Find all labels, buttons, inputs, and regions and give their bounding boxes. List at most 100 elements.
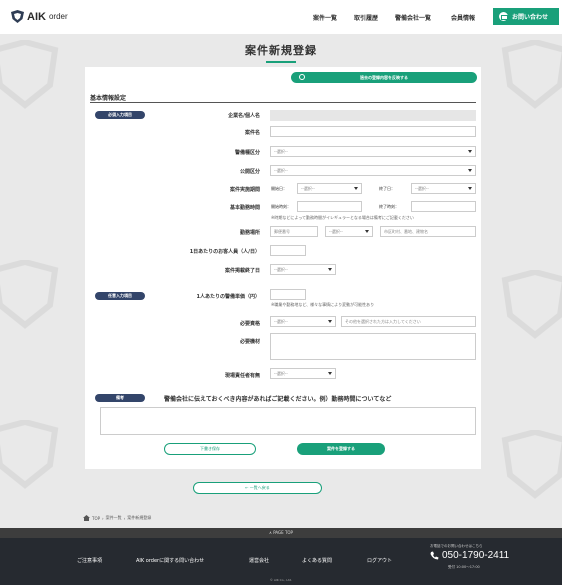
mail-icon xyxy=(499,12,508,21)
hours-end-label: 終了時刻： xyxy=(379,204,399,209)
breadcrumb-top[interactable]: TOP xyxy=(92,516,100,521)
phone-icon xyxy=(430,551,439,560)
breadcrumb-separator: › xyxy=(123,515,126,521)
unit-price-note: ※職業や勤務地など、様々な事情により変動が可能性あり xyxy=(271,302,375,307)
equipment-textarea[interactable] xyxy=(270,333,476,360)
copyright: © AIK Co., Ltd. xyxy=(269,578,293,582)
postal-code-input[interactable]: 郵便番号 xyxy=(270,226,318,237)
phone-note: お電話でのお問い合わせはこちら xyxy=(430,544,483,548)
company-field xyxy=(270,110,476,121)
footer-link-company[interactable]: 運営会社 xyxy=(249,557,269,564)
notes-badge: 備考 xyxy=(95,394,145,402)
chevron-down-icon xyxy=(328,320,332,323)
qualification-label: 必要資格 xyxy=(239,321,260,327)
section-divider xyxy=(90,102,476,103)
public-type-value: --選択-- xyxy=(274,167,288,173)
phone-hours: 受付 10:00〜17:00 xyxy=(448,565,480,569)
site-header: AIK order 案件一覧 取引履歴 警備会社一覧 会員情報 お問い合わせ xyxy=(0,0,562,34)
footer-link-notice[interactable]: ご注意事項 xyxy=(77,557,102,564)
hours-note: ※時期などによって勤務時間がイレギュラーとなる場合は備考にご記載ください xyxy=(271,215,414,220)
project-name-label: 案件名 xyxy=(244,130,260,136)
submit-project-button[interactable]: 案件を登録する xyxy=(297,443,385,455)
supervisor-label: 現場責任者有無 xyxy=(224,373,260,379)
site-footer: ご注意事項 AIK orderに関する問い合わせ 運営会社 よくある質問 ログア… xyxy=(0,538,562,585)
deadline-label: 案件掲載終了日 xyxy=(224,268,260,274)
copy-previous-button[interactable]: 過去の登録内容を反映する xyxy=(291,72,477,83)
hours-label: 基本勤務時間 xyxy=(229,205,260,211)
supervisor-select[interactable]: --選択-- xyxy=(270,368,336,379)
start-date-value: --選択-- xyxy=(301,185,315,191)
contact-button[interactable]: お問い合わせ xyxy=(493,8,559,25)
logo[interactable]: AIK order xyxy=(10,10,68,23)
notes-textarea[interactable] xyxy=(100,407,476,435)
security-type-select[interactable]: --選択-- xyxy=(270,146,476,157)
home-icon xyxy=(83,515,90,521)
logo-main-text: AIK xyxy=(27,10,46,23)
shield-logo-icon xyxy=(11,10,24,23)
shield-watermark-left-2 xyxy=(0,260,59,329)
company-label: 企業名/個人名 xyxy=(228,113,260,119)
breadcrumb: TOP › 案件一覧 › 案件新規登録 xyxy=(83,515,151,521)
section-title: 基本情報設定 xyxy=(90,95,127,102)
guards-per-day-label: 1日あたりのお客人員（人/日） xyxy=(189,249,260,255)
start-date-select[interactable]: --選択-- xyxy=(297,183,362,194)
prefecture-select[interactable]: --選択-- xyxy=(325,226,373,237)
footer-link-inquiry[interactable]: AIK orderに関する問い合わせ xyxy=(136,557,204,564)
unit-price-input[interactable] xyxy=(270,289,306,300)
phone-number[interactable]: 050-1790-2411 xyxy=(430,550,509,561)
contact-button-label: お問い合わせ xyxy=(512,14,549,21)
page-top-button[interactable]: ∧ PAGE TOP xyxy=(0,528,562,538)
deadline-value: --選択-- xyxy=(274,266,288,272)
copy-previous-label: 過去の登録内容を反映する xyxy=(360,74,408,80)
nav-member-info[interactable]: 会員情報 xyxy=(451,13,475,22)
hours-start-label: 開始時刻： xyxy=(271,204,291,209)
shield-watermark-left-3 xyxy=(0,420,59,489)
public-type-select[interactable]: --選択-- xyxy=(270,165,476,176)
footer-link-logout[interactable]: ログアウト xyxy=(367,557,392,564)
page-title: 案件新規登録 xyxy=(245,44,317,57)
start-date-label: 開始日： xyxy=(271,186,287,191)
footer-link-faq[interactable]: よくある質問 xyxy=(302,557,332,564)
logo-sub-text: order xyxy=(48,12,68,21)
hours-start-input[interactable] xyxy=(297,201,362,212)
supervisor-value: --選択-- xyxy=(274,370,288,376)
end-date-value: --選択-- xyxy=(415,185,429,191)
prefecture-value: --選択-- xyxy=(329,228,343,234)
nav-security-companies[interactable]: 警備会社一覧 xyxy=(395,13,431,22)
save-draft-button[interactable]: 下書き保存 xyxy=(164,443,256,455)
address-input[interactable]: 市区町村、番地、建物名 xyxy=(380,226,476,237)
security-type-label: 警備種区分 xyxy=(234,150,260,156)
notes-instruction: 警備会社に伝えておくべき内容があればご記載ください。例）勤務時間についてなど xyxy=(164,396,392,403)
back-to-list-button[interactable]: ← 一覧へ戻る xyxy=(193,482,322,494)
hours-end-input[interactable] xyxy=(411,201,476,212)
qualification-value: --選択-- xyxy=(274,318,288,324)
copy-icon xyxy=(299,74,305,80)
security-type-value: --選択-- xyxy=(274,148,288,154)
breadcrumb-project-list[interactable]: 案件一覧 xyxy=(106,515,122,521)
nav-transactions[interactable]: 取引履歴 xyxy=(354,13,378,22)
guards-per-day-input[interactable] xyxy=(270,245,306,256)
phone-number-text: 050-1790-2411 xyxy=(442,550,510,561)
project-name-input[interactable] xyxy=(270,126,476,137)
deadline-select[interactable]: --選択-- xyxy=(270,264,336,275)
end-date-select[interactable]: --選択-- xyxy=(411,183,476,194)
chevron-down-icon xyxy=(328,268,332,271)
address-placeholder: 市区町村、番地、建物名 xyxy=(384,228,428,234)
end-date-label: 終了日： xyxy=(379,186,395,191)
qualification-other-input[interactable]: その他を選択された方は入力してください xyxy=(341,316,476,327)
required-badge: 必須入力項目 xyxy=(95,111,145,119)
breadcrumb-separator: › xyxy=(102,515,104,521)
shield-watermark-right-2 xyxy=(501,270,562,339)
chevron-down-icon xyxy=(328,372,332,375)
chevron-down-icon xyxy=(468,187,472,190)
breadcrumb-current: 案件新規登録 xyxy=(127,515,152,520)
public-type-label: 公開区分 xyxy=(239,169,260,175)
qualification-select[interactable]: --選択-- xyxy=(270,316,336,327)
nav-projects[interactable]: 案件一覧 xyxy=(313,13,337,22)
chevron-down-icon xyxy=(365,230,369,233)
location-label: 勤務場所 xyxy=(239,230,260,236)
optional-badge: 任意入力項目 xyxy=(95,292,145,300)
form-card: 過去の登録内容を反映する 基本情報設定 必須入力項目 企業名/個人名 案件名 警… xyxy=(85,67,481,469)
shield-watermark-right-3 xyxy=(501,430,562,499)
title-underline xyxy=(266,61,296,63)
